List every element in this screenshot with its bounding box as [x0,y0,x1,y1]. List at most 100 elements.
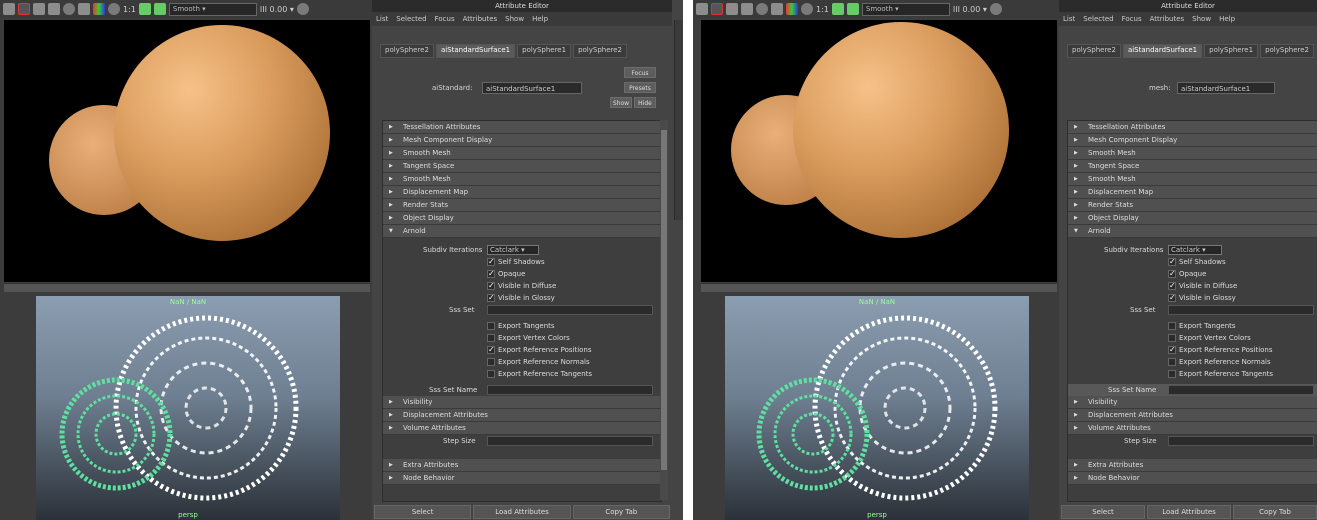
menu-show[interactable]: Show [505,15,524,23]
export-ref-normals-checkbox[interactable] [487,358,495,366]
aa-icon[interactable] [153,3,166,15]
opaque-checkbox[interactable] [487,268,495,280]
camera-icon[interactable] [711,3,723,15]
export-vertex-colors-checkbox[interactable] [1168,334,1176,342]
menu-attributes[interactable]: Attributes [1150,15,1185,23]
section-arnold[interactable]: Arnold [1068,225,1317,238]
check-export-vertex-colors[interactable]: Export Vertex Colors [383,332,661,344]
section-displacement-map[interactable]: Displacement Map [1068,186,1317,199]
presets-button[interactable]: Presets [624,82,656,93]
export-ref-positions-checkbox[interactable] [1168,344,1176,356]
check-export-ref-positions[interactable]: Export Reference Positions [383,344,661,356]
section-object-display[interactable]: Object Display [1068,212,1317,225]
check-export-ref-normals[interactable]: Export Reference Normals [383,356,661,368]
name-field[interactable]: aiStandardSurface1 [1177,82,1275,94]
visible-glossy-checkbox[interactable] [1168,292,1176,304]
load-attributes-button[interactable]: Load Attributes [1147,505,1231,519]
section-smooth-mesh[interactable]: Smooth Mesh [383,147,661,160]
check-export-ref-normals[interactable]: Export Reference Normals [1068,356,1317,368]
section-arnold[interactable]: Arnold [383,225,661,238]
subdiv-select[interactable]: Catclark ▾ [487,245,539,255]
options-icon[interactable] [989,3,1002,15]
section-extra-attrs[interactable]: Extra Attributes [1068,459,1317,472]
tab-polySphere2b[interactable]: polySphere2 [573,44,628,58]
check-export-vertex-colors[interactable]: Export Vertex Colors [1068,332,1317,344]
show-button[interactable]: Show [610,97,632,108]
section-node-behavior[interactable]: Node Behavior [383,472,661,485]
left-editor-scroll-thumb[interactable] [661,130,667,470]
copy-tab-button[interactable]: Copy Tab [1233,505,1317,519]
section-smooth-mesh[interactable]: Smooth Mesh [1068,147,1317,160]
menu-selected[interactable]: Selected [396,15,426,23]
select-button[interactable]: Select [374,505,472,519]
export-ref-normals-checkbox[interactable] [1168,358,1176,366]
aa-icon[interactable] [846,3,859,15]
section-visibility[interactable]: Visibility [383,396,661,409]
subdiv-select[interactable]: Catclark ▾ [1168,245,1222,255]
section-smooth-mesh-2[interactable]: Smooth Mesh [1068,173,1317,186]
tab-polySphere2b[interactable]: polySphere2 [1260,44,1315,58]
focus-button[interactable]: Focus [624,67,656,78]
check-self-shadows[interactable]: Self Shadows [1068,256,1317,268]
camera-select[interactable]: Smooth ▾ [168,2,257,16]
section-object-display[interactable]: Object Display [383,212,661,225]
select-icon[interactable] [726,3,738,15]
visible-glossy-checkbox[interactable] [487,292,495,304]
check-visible-glossy[interactable]: Visible in Glossy [1068,292,1317,304]
section-smooth-mesh-2[interactable]: Smooth Mesh [383,173,661,186]
menu-list[interactable]: List [1063,15,1075,23]
check-visible-glossy[interactable]: Visible in Glossy [383,292,661,304]
check-export-tangents[interactable]: Export Tangents [1068,320,1317,332]
grid-icon[interactable] [696,3,708,15]
grid2-icon[interactable] [771,3,783,15]
section-tessellation[interactable]: Tessellation Attributes [1068,121,1317,134]
tab-polySphere1[interactable]: polySphere1 [1204,44,1259,58]
self-shadows-checkbox[interactable] [487,256,495,268]
ssao-icon[interactable] [138,3,151,15]
check-opaque[interactable]: Opaque [1068,268,1317,280]
options-icon[interactable] [296,3,309,15]
check-export-ref-positions[interactable]: Export Reference Positions [1068,344,1317,356]
tab-aiStandardSurface1[interactable]: aiStandardSurface1 [435,44,516,58]
section-displacement-attrs[interactable]: Displacement Attributes [383,409,661,422]
menu-show[interactable]: Show [1192,15,1211,23]
export-ref-tangents-checkbox[interactable] [487,370,495,378]
gear-icon[interactable] [756,3,768,15]
self-shadows-checkbox[interactable] [1168,256,1176,268]
check-export-tangents[interactable]: Export Tangents [383,320,661,332]
menu-help[interactable]: Help [532,15,548,23]
section-render-stats[interactable]: Render Stats [1068,199,1317,212]
check-visible-diffuse[interactable]: Visible in Diffuse [383,280,661,292]
section-node-behavior[interactable]: Node Behavior [1068,472,1317,485]
left-viewport-scrollbar[interactable] [4,283,370,292]
load-attributes-button[interactable]: Load Attributes [473,505,571,519]
section-displacement-map[interactable]: Displacement Map [383,186,661,199]
shading-icon[interactable] [108,3,120,15]
opaque-checkbox[interactable] [1168,268,1176,280]
sss-set-name-field[interactable] [1168,385,1314,395]
sss-set-name-field[interactable] [487,385,653,395]
lasso-icon[interactable] [741,3,753,15]
section-tangent-space[interactable]: Tangent Space [1068,160,1317,173]
select-button[interactable]: Select [1061,505,1145,519]
lasso-icon[interactable] [48,3,60,15]
section-tangent-space[interactable]: Tangent Space [383,160,661,173]
menu-focus[interactable]: Focus [435,15,455,23]
section-volume-attrs[interactable]: Volume Attributes [383,422,661,435]
copy-tab-button[interactable]: Copy Tab [572,505,670,519]
sss-set-field[interactable] [1168,305,1314,315]
menu-help[interactable]: Help [1219,15,1235,23]
ortho-view[interactable]: NaN / NaN persp [725,296,1029,520]
select-icon[interactable] [33,3,45,15]
section-visibility[interactable]: Visibility [1068,396,1317,409]
export-tangents-checkbox[interactable] [487,322,495,330]
perspective-view[interactable] [701,20,1057,282]
gear-icon[interactable] [63,3,75,15]
shading-icon[interactable] [801,3,813,15]
check-export-ref-tangents[interactable]: Export Reference Tangents [383,368,661,380]
grid-icon[interactable] [3,3,15,15]
name-field[interactable]: aiStandardSurface1 [482,82,582,94]
menu-focus[interactable]: Focus [1122,15,1142,23]
ortho-view[interactable]: NaN / NaN persp [36,296,340,520]
menu-attributes[interactable]: Attributes [463,15,498,23]
